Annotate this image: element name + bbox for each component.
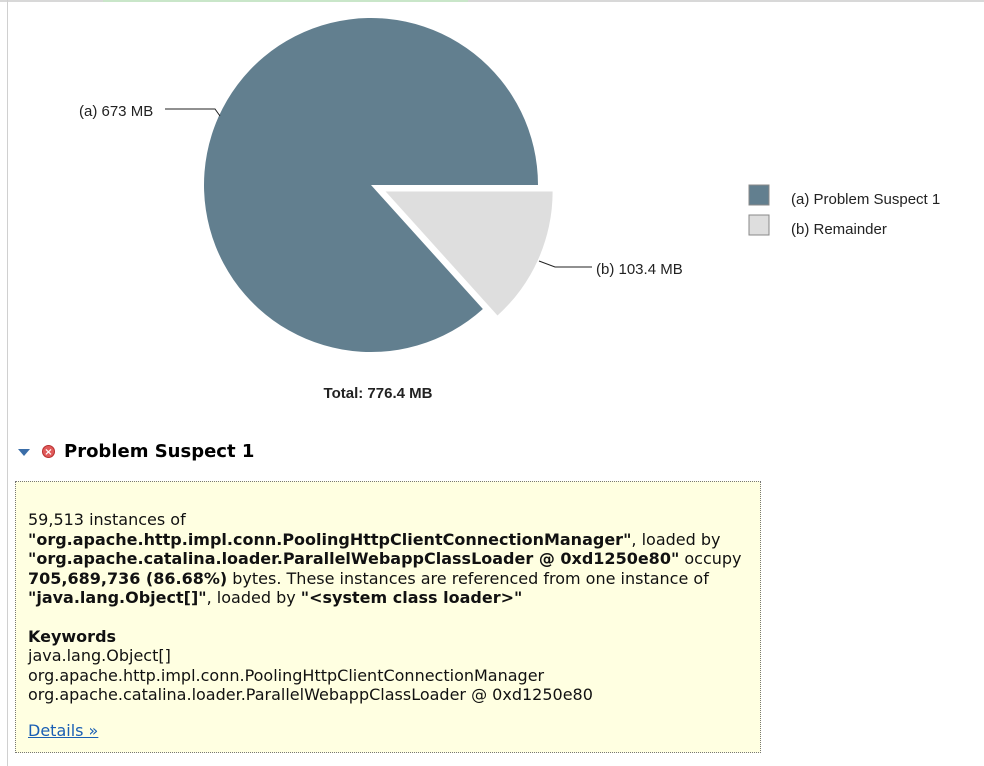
keyword-item: org.apache.http.impl.conn.PoolingHttpCli… bbox=[28, 665, 545, 685]
suspect-description: 59,513 instances of "org.apache.http.imp… bbox=[28, 510, 742, 607]
suspect-title: Problem Suspect 1 bbox=[64, 440, 255, 462]
leader-line-b bbox=[538, 260, 592, 268]
legend-swatch-remainder bbox=[748, 214, 770, 236]
class-loader-name: "org.apache.catalina.loader.ParallelWeba… bbox=[28, 549, 680, 568]
suspect-description-panel: 59,513 instances of "org.apache.http.imp… bbox=[15, 481, 761, 753]
keywords-heading: Keywords bbox=[28, 626, 117, 646]
details-link[interactable]: Details » bbox=[28, 721, 98, 741]
class-name: "org.apache.http.impl.conn.PoolingHttpCl… bbox=[28, 529, 632, 549]
referencing-class: "java.lang.Object[]" bbox=[28, 588, 207, 607]
system-class-loader: "<system class loader>" bbox=[300, 588, 523, 607]
slice-label-b: (b) 103.4 MB bbox=[596, 261, 683, 278]
legend-label-remainder: (b) Remainder bbox=[791, 221, 887, 238]
retained-bytes: 705,689,736 (86.68%) bbox=[28, 568, 228, 588]
collapse-toggle-icon[interactable] bbox=[18, 449, 30, 456]
chart-total-label: Total: 776.4 MB bbox=[324, 385, 433, 402]
legend-swatch-problem-suspect bbox=[748, 184, 770, 206]
pie-chart: (a) 673 MB (b) 103.4 MB (a) Problem Susp… bbox=[79, 18, 940, 402]
slice-label-a: (a) 673 MB bbox=[79, 103, 153, 120]
error-icon: × bbox=[42, 444, 55, 458]
keyword-item: org.apache.catalina.loader.ParallelWebap… bbox=[28, 685, 593, 704]
keyword-item: java.lang.Object[] bbox=[28, 646, 171, 665]
legend-label-problem-suspect: (a) Problem Suspect 1 bbox=[791, 191, 940, 208]
suspect-section-header[interactable]: × Problem Suspect 1 bbox=[18, 438, 254, 464]
leader-line-a bbox=[165, 108, 221, 117]
